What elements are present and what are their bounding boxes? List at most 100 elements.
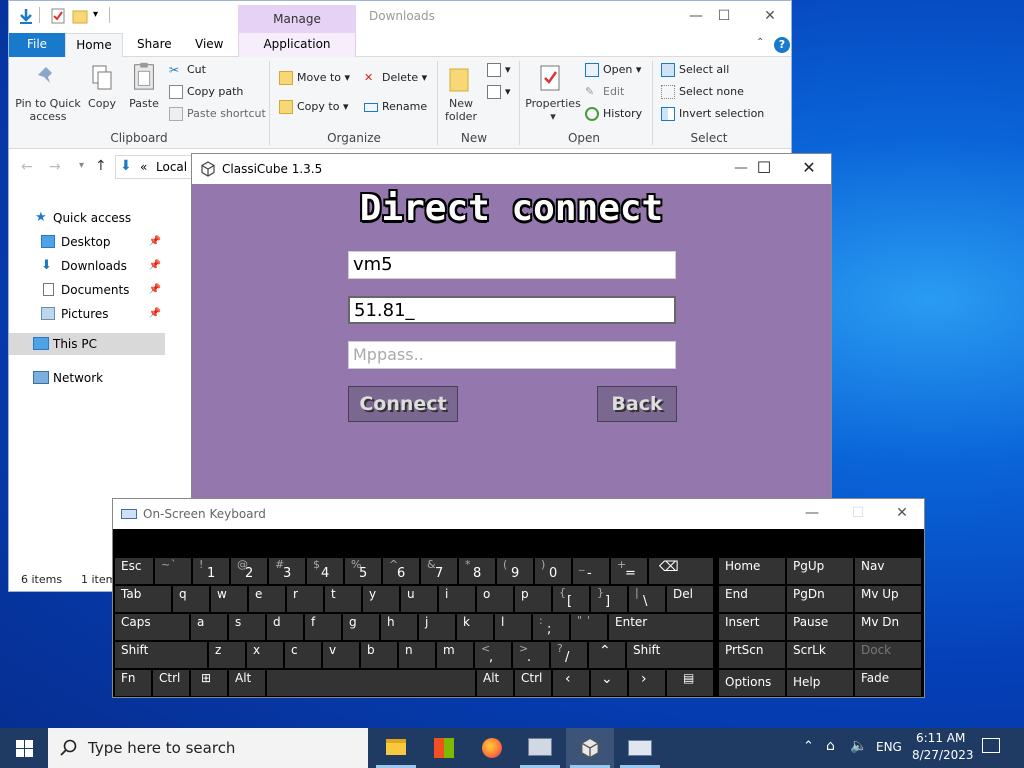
key-alt-left[interactable]: Alt bbox=[229, 670, 265, 696]
nav-network[interactable]: Network bbox=[9, 367, 165, 389]
key-enter[interactable]: Enter bbox=[609, 614, 713, 640]
taskbar-osk[interactable] bbox=[616, 728, 664, 768]
key-b[interactable]: b bbox=[361, 642, 397, 668]
recent-dropdown-icon[interactable]: ▾ bbox=[79, 160, 84, 171]
tab-file[interactable]: File bbox=[9, 33, 65, 57]
copy-path-button[interactable]: Copy path bbox=[169, 85, 243, 99]
key-right-bracket[interactable]: }] bbox=[591, 586, 627, 612]
key-l[interactable]: l bbox=[495, 614, 531, 640]
edit-button[interactable]: ✎ Edit bbox=[585, 85, 624, 99]
taskbar-classicube[interactable] bbox=[566, 728, 614, 768]
key-7[interactable]: & 7 bbox=[421, 558, 457, 584]
manage-context-tab[interactable]: Manage bbox=[238, 5, 356, 33]
network-icon[interactable]: ⌂ bbox=[826, 738, 835, 754]
up-arrow-icon[interactable]: ↑ bbox=[95, 158, 107, 174]
key-fn[interactable]: Fn bbox=[115, 670, 151, 696]
maximize-button[interactable]: ☐ bbox=[835, 502, 881, 526]
close-button[interactable]: ✕ bbox=[747, 5, 793, 29]
key-w[interactable]: w bbox=[211, 586, 247, 612]
nav-this-pc[interactable]: This PC bbox=[9, 333, 165, 355]
key-e[interactable]: e bbox=[249, 586, 285, 612]
pin-icon[interactable]: 📌 bbox=[149, 279, 161, 301]
taskbar-file-explorer[interactable] bbox=[372, 728, 420, 768]
help-icon[interactable]: ? bbox=[774, 37, 790, 53]
properties-qat-icon[interactable] bbox=[49, 7, 67, 25]
history-button[interactable]: History bbox=[585, 107, 642, 121]
key-space[interactable] bbox=[267, 670, 475, 696]
key-period[interactable]: >. bbox=[513, 642, 549, 668]
key-shift-right[interactable]: Shift bbox=[627, 642, 713, 668]
key-shift-left[interactable]: Shift bbox=[115, 642, 207, 668]
select-none-button[interactable]: Select none bbox=[661, 85, 744, 99]
key-5[interactable]: % 5 bbox=[345, 558, 381, 584]
taskbar-store[interactable] bbox=[420, 728, 468, 768]
key-up-arrow[interactable]: ⌃ bbox=[589, 642, 625, 668]
properties-button[interactable]: Properties ▾ bbox=[523, 97, 583, 123]
key-left-bracket[interactable]: {[ bbox=[553, 586, 589, 612]
key-slash[interactable]: ? / bbox=[551, 642, 587, 668]
key-3[interactable]: #3 bbox=[269, 558, 305, 584]
qat-dropdown-icon[interactable]: ▾ bbox=[93, 9, 98, 20]
key-h[interactable]: h bbox=[381, 614, 417, 640]
nav-documents[interactable]: Documents 📌 bbox=[9, 279, 165, 301]
maximize-button[interactable]: ☐ bbox=[741, 157, 787, 181]
key-ctrl-right[interactable]: Ctrl bbox=[515, 670, 551, 696]
key-c[interactable]: c bbox=[285, 642, 321, 668]
tab-application-tools[interactable]: Application Tools bbox=[238, 33, 356, 73]
key-tilde[interactable]: ~ ` bbox=[155, 558, 191, 584]
nav-pictures[interactable]: Pictures 📌 bbox=[9, 303, 165, 325]
key-ctrl-left[interactable]: Ctrl bbox=[153, 670, 189, 696]
start-button[interactable] bbox=[0, 728, 48, 768]
forward-arrow-icon[interactable]: → bbox=[49, 159, 61, 175]
key-8[interactable]: * 8 bbox=[459, 558, 495, 584]
key-home[interactable]: Home bbox=[719, 558, 785, 584]
key-nav[interactable]: Nav bbox=[855, 558, 921, 584]
key-help[interactable]: Help bbox=[787, 670, 853, 696]
minimize-button[interactable]: — bbox=[789, 502, 835, 526]
taskbar-control-panel[interactable] bbox=[516, 728, 564, 768]
key-s[interactable]: s bbox=[229, 614, 265, 640]
taskbar-firefox[interactable] bbox=[468, 728, 516, 768]
key-q[interactable]: q bbox=[173, 586, 209, 612]
pin-icon[interactable]: 📌 bbox=[149, 303, 161, 325]
key-d[interactable]: d bbox=[267, 614, 303, 640]
key-tab[interactable]: Tab bbox=[115, 586, 171, 612]
key-6[interactable]: ^ 6 bbox=[383, 558, 419, 584]
copy-to-button[interactable]: Copy to ▾ bbox=[279, 100, 348, 114]
key-pgup[interactable]: PgUp bbox=[787, 558, 853, 584]
key-g[interactable]: g bbox=[343, 614, 379, 640]
cut-button[interactable]: ✂ Cut bbox=[169, 63, 206, 77]
clock-time[interactable]: 6:11 AM bbox=[916, 731, 965, 745]
key-options[interactable]: Options bbox=[719, 670, 785, 696]
key-fade[interactable]: Fade bbox=[855, 670, 921, 696]
show-hidden-icons-icon[interactable]: ⌃ bbox=[803, 739, 814, 754]
key-u[interactable]: u bbox=[401, 586, 437, 612]
select-all-button[interactable]: Select all bbox=[661, 63, 729, 77]
connect-button[interactable]: Connect bbox=[348, 386, 458, 422]
key-prtscn[interactable]: PrtScn bbox=[719, 642, 785, 668]
key-down-arrow[interactable]: ⌄ bbox=[591, 670, 627, 696]
maximize-button[interactable]: ☐ bbox=[701, 5, 747, 29]
key-equals[interactable]: + = bbox=[611, 558, 647, 584]
key-a[interactable]: a bbox=[191, 614, 227, 640]
move-to-button[interactable]: Move to ▾ bbox=[279, 71, 350, 85]
rename-button[interactable]: Rename bbox=[364, 100, 427, 113]
nav-desktop[interactable]: Desktop 📌 bbox=[9, 231, 165, 253]
key-del[interactable]: Del bbox=[667, 586, 713, 612]
nav-downloads[interactable]: ⬇ Downloads 📌 bbox=[9, 255, 165, 277]
key-mv-dn[interactable]: Mv Dn bbox=[855, 614, 921, 640]
key-o[interactable]: o bbox=[477, 586, 513, 612]
key-quote[interactable]: " ' bbox=[571, 614, 607, 640]
clock-date[interactable]: 8/27/2023 bbox=[912, 748, 974, 762]
paste-shortcut-button[interactable]: Paste shortcut bbox=[169, 107, 266, 121]
key-windows[interactable]: ⊞ bbox=[191, 670, 227, 696]
key-backspace[interactable]: ⌫ bbox=[649, 558, 713, 584]
close-button[interactable]: ✕ bbox=[879, 502, 925, 526]
key-f[interactable]: f bbox=[305, 614, 341, 640]
key-comma[interactable]: <, bbox=[475, 642, 511, 668]
language-indicator[interactable]: ENG bbox=[876, 740, 902, 754]
key-k[interactable]: k bbox=[457, 614, 493, 640]
collapse-ribbon-icon[interactable]: ⌃ bbox=[756, 37, 764, 48]
key-x[interactable]: x bbox=[247, 642, 283, 668]
username-input[interactable]: vm5 bbox=[348, 251, 676, 279]
